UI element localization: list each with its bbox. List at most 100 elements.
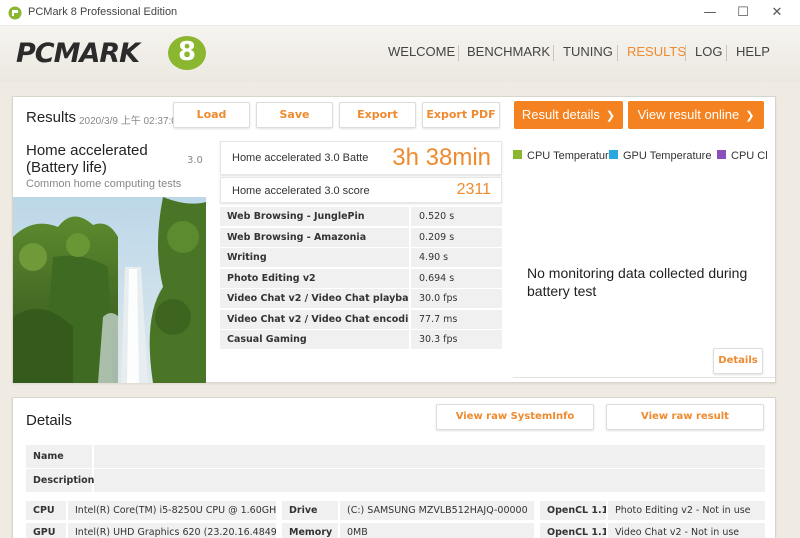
subtest-name: Video Chat v2 / Video Chat encoding v2	[220, 310, 409, 329]
view-raw-systeminfo-button[interactable]: View raw SystemInfo	[436, 404, 594, 430]
view-online-label: View result online	[637, 107, 740, 122]
subtest-value: 0.694 s	[411, 269, 502, 288]
benchmark-subtitle: Common home computing tests	[26, 178, 182, 190]
benchmark-version: 3.0	[187, 155, 203, 166]
table-row: Web Browsing - JunglePin 0.520 s	[220, 207, 502, 227]
info-value: (C:) SAMSUNG MZVLB512HAJQ-00000	[340, 501, 534, 520]
nav-divider	[726, 45, 727, 61]
subtest-value: 77.7 ms	[411, 310, 502, 329]
maximize-icon[interactable]: ☐	[728, 0, 758, 26]
subtest-name: Writing	[220, 248, 409, 267]
battery-life-box: Home accelerated 3.0 Batte 3h 38min	[220, 141, 502, 175]
close-icon[interactable]: ✕	[762, 0, 792, 26]
window-titlebar: PCMark 8 Professional Edition — ☐ ✕	[0, 0, 800, 26]
legend-item: GPU Temperature	[609, 150, 711, 162]
nav-results[interactable]: RESULTS	[627, 44, 686, 59]
pcmark-app-icon	[8, 6, 22, 20]
score-label: Home accelerated 3.0 score	[232, 185, 370, 197]
view-result-online-button[interactable]: View result online ❯	[628, 101, 764, 129]
legend-item: CPU Cl	[717, 150, 768, 162]
detail-value	[94, 469, 765, 492]
nav-divider	[458, 45, 459, 61]
table-row: Web Browsing - Amazonia 0.209 s	[220, 228, 502, 248]
legend-swatch-cpu-clock	[717, 150, 726, 159]
info-value: Intel(R) Core(TM) i5-8250U CPU @ 1.60GHz	[68, 501, 276, 520]
subtest-value: 30.0 fps	[411, 289, 502, 308]
results-date: 2020/3/9 上午 02:37:0	[79, 116, 174, 127]
subtest-name: Video Chat v2 / Video Chat playback 1 v	[220, 289, 409, 308]
legend-swatch-gpu-temp	[609, 150, 618, 159]
monitoring-details-button[interactable]: Details	[713, 348, 763, 374]
details-panel: Details View raw SystemInfo View raw res…	[12, 397, 776, 538]
result-details-button[interactable]: Result details ❯	[514, 101, 623, 129]
chevron-right-icon: ❯	[605, 110, 616, 122]
results-title: Results	[26, 109, 77, 126]
main-nav: WELCOME BENCHMARK TUNING RESULTS LOG HEL…	[0, 44, 800, 64]
nav-welcome[interactable]: WELCOME	[388, 44, 455, 59]
subtest-value: 4.90 s	[411, 248, 502, 267]
nav-divider	[553, 45, 554, 61]
nav-benchmark[interactable]: BENCHMARK	[467, 44, 550, 59]
subtest-name: Web Browsing - Amazonia	[220, 228, 409, 247]
table-row: Photo Editing v2 0.694 s	[220, 269, 502, 289]
info-label: Drive	[282, 501, 338, 520]
nav-divider	[685, 45, 686, 61]
subtest-value: 0.209 s	[411, 228, 502, 247]
battery-life-value: 3h 38min	[392, 144, 491, 171]
info-value: Video Chat v2 - Not in use	[608, 523, 765, 538]
results-panel: Results 2020/3/9 上午 02:37:0 Load Save Ex…	[12, 96, 776, 383]
battery-life-label: Home accelerated 3.0 Batte	[232, 152, 369, 164]
table-row: Video Chat v2 / Video Chat playback 1 v …	[220, 289, 502, 309]
nav-divider	[617, 45, 618, 61]
legend-swatch-cpu-temp	[513, 150, 522, 159]
info-label: OpenCL 1.1	[540, 523, 606, 538]
export-pdf-button[interactable]: Export PDF	[422, 102, 500, 128]
system-info-row: CPU Intel(R) Core(TM) i5-8250U CPU @ 1.6…	[26, 501, 765, 520]
waterfall-image	[13, 197, 206, 383]
info-label: OpenCL 1.1	[540, 501, 606, 520]
table-row: Video Chat v2 / Video Chat encoding v2 7…	[220, 310, 502, 330]
info-label: Memory	[282, 523, 338, 538]
legend-label: CPU Temperature	[527, 150, 615, 162]
info-label: CPU	[26, 501, 66, 520]
view-raw-result-button[interactable]: View raw result	[606, 404, 764, 430]
info-label: GPU	[26, 523, 66, 538]
benchmark-name: Home accelerated (Battery life)	[26, 142, 148, 176]
subtest-value: 0.520 s	[411, 207, 502, 226]
detail-label: Description	[26, 469, 94, 492]
minimize-icon[interactable]: —	[695, 0, 725, 26]
subtest-value: 30.3 fps	[411, 330, 502, 349]
subtest-name: Web Browsing - JunglePin	[220, 207, 409, 226]
info-value: Photo Editing v2 - Not in use	[608, 501, 765, 520]
detail-value	[94, 445, 765, 468]
subtest-name: Photo Editing v2	[220, 269, 409, 288]
legend-label: CPU Cl	[731, 150, 768, 162]
nav-log[interactable]: LOG	[695, 44, 722, 59]
info-value: Intel(R) UHD Graphics 620 (23.20.16.4849…	[68, 523, 276, 538]
detail-row-description: Description	[26, 469, 765, 492]
chevron-right-icon: ❯	[745, 110, 755, 122]
legend-label: GPU Temperature	[623, 150, 712, 162]
nav-help[interactable]: HELP	[736, 44, 770, 59]
system-info-row: GPU Intel(R) UHD Graphics 620 (23.20.16.…	[26, 523, 765, 538]
subtest-name: Casual Gaming	[220, 330, 409, 349]
details-title: Details	[26, 412, 72, 429]
detail-label: Name	[26, 445, 92, 468]
result-details-label: Result details	[521, 107, 600, 122]
table-row: Writing 4.90 s	[220, 248, 502, 268]
save-button[interactable]: Save	[256, 102, 333, 128]
score-box: Home accelerated 3.0 score 2311	[220, 177, 502, 203]
monitoring-area: No monitoring data collected during batt…	[513, 172, 775, 378]
app-header: PCMARK 8 WELCOME BENCHMARK TUNING RESULT…	[0, 26, 800, 82]
nav-tuning[interactable]: TUNING	[563, 44, 613, 59]
legend-item: CPU Temperature	[513, 150, 615, 162]
monitoring-legend: CPU Temperature GPU Temperature CPU Cl	[513, 150, 775, 166]
window-title: PCMark 8 Professional Edition	[28, 6, 178, 18]
table-row: Casual Gaming 30.3 fps	[220, 330, 502, 350]
export-button[interactable]: Export	[339, 102, 416, 128]
score-value: 2311	[456, 181, 491, 198]
load-button[interactable]: Load	[173, 102, 250, 128]
info-value: 0MB	[340, 523, 534, 538]
monitoring-message: No monitoring data collected during batt…	[527, 265, 748, 299]
detail-row-name: Name	[26, 445, 765, 468]
